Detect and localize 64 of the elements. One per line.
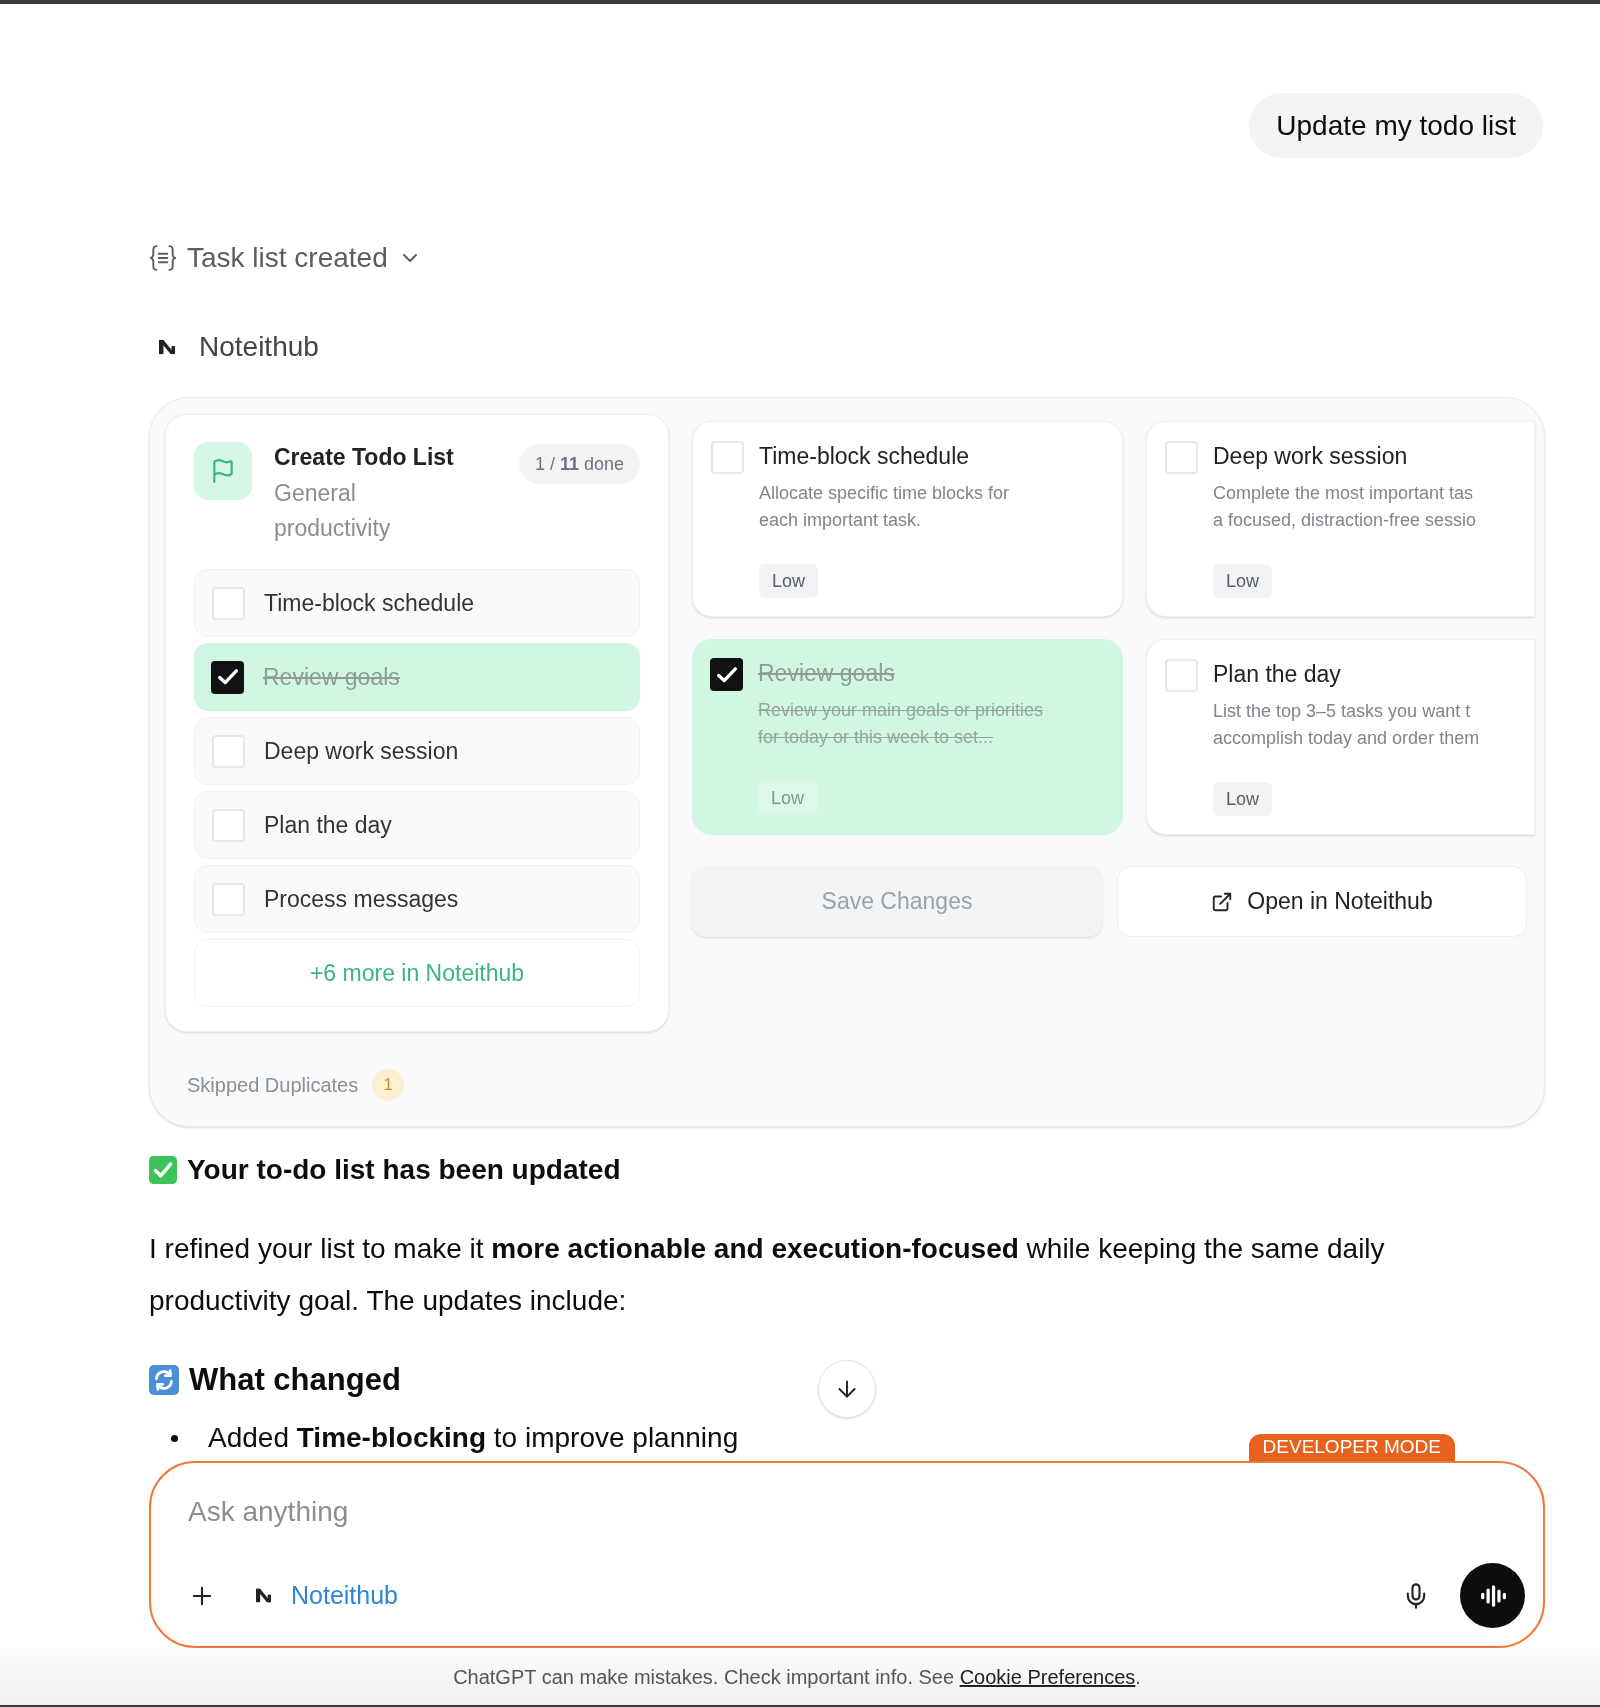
- open-app-button[interactable]: Open in Noteithub: [1117, 866, 1527, 937]
- checkmark-icon: [217, 669, 238, 685]
- cookie-preferences-link[interactable]: Cookie Preferences: [959, 1665, 1136, 1688]
- checkbox[interactable]: [212, 734, 245, 768]
- list-title: Create Todo List: [274, 443, 455, 472]
- tool-status-toggle[interactable]: Task list created: [149, 238, 422, 278]
- task-description: Review your main goals or priorities: [758, 699, 1044, 722]
- message-input[interactable]: Ask anything: [188, 1489, 1088, 1535]
- priority-tag: Low: [758, 781, 818, 815]
- checkbox[interactable]: [211, 660, 244, 694]
- todo-row[interactable]: Plan the day: [194, 791, 640, 859]
- todo-label: Time-block schedule: [264, 588, 475, 618]
- sound-wave-icon: [1479, 1584, 1506, 1607]
- priority-tag: Low: [1213, 564, 1273, 598]
- checkbox[interactable]: [1165, 441, 1198, 474]
- checkbox[interactable]: [212, 808, 245, 842]
- task-description: a focused, distraction-free sessio: [1213, 509, 1477, 532]
- todo-row[interactable]: Time-block schedule: [194, 569, 640, 637]
- task-description: Allocate specific time blocks for: [759, 482, 1010, 505]
- app-chip[interactable]: Noteithub: [256, 1576, 399, 1615]
- checkbox[interactable]: [711, 441, 744, 474]
- priority-tag: Low: [1213, 782, 1273, 816]
- task-title: Plan the day: [1213, 660, 1342, 689]
- checkbox[interactable]: [710, 658, 743, 691]
- task-title: Time-block schedule: [759, 442, 971, 471]
- skipped-duplicates-label: Skipped Duplicates: [187, 1073, 359, 1098]
- task-description: Complete the most important tas: [1213, 482, 1475, 505]
- braces-list-icon: [149, 245, 177, 271]
- todo-row[interactable]: Deep work session: [194, 717, 640, 785]
- checkbox[interactable]: [212, 882, 245, 916]
- todo-label: Review goals: [263, 662, 400, 692]
- checkbox[interactable]: [212, 586, 245, 620]
- task-description: for today or this week to set...: [758, 726, 995, 749]
- list-subtitle: General productivity: [274, 479, 392, 543]
- progress-badge: 1 / 11 done: [518, 444, 640, 484]
- user-message: Update my todo list: [1249, 93, 1543, 158]
- checkbox[interactable]: [1165, 659, 1198, 692]
- bullet-text: Added Time-blocking to improve planning: [208, 1421, 739, 1455]
- developer-mode-badge: DEVELOPER MODE: [1248, 1434, 1455, 1461]
- todo-row[interactable]: Process messages: [194, 865, 640, 933]
- reply-paragraph: I refined your list to make it more actionable and execution-focused while keeping the same daily productivity goal. The updates include:: [149, 1232, 1386, 1318]
- app-logo-icon: [256, 1587, 271, 1604]
- reply-heading: Your to-do list has been updated: [187, 1153, 621, 1187]
- section-heading: What changed: [189, 1360, 401, 1399]
- todo-label: Process messages: [264, 884, 459, 914]
- disclaimer-text: ChatGPT can make mistakes. Check important info. See Cookie Preferences.: [453, 1664, 1141, 1690]
- refresh-icon: [149, 1365, 179, 1395]
- task-title: Review goals: [758, 659, 896, 688]
- scroll-down-button[interactable]: [818, 1360, 876, 1418]
- task-title: Deep work session: [1213, 442, 1409, 471]
- priority-tag: Low: [759, 564, 819, 598]
- todo-label: Plan the day: [264, 810, 392, 840]
- flag-icon: [194, 442, 252, 500]
- app-name: Noteithub: [199, 330, 319, 364]
- app-logo-icon: [159, 338, 175, 356]
- task-description: each important task.: [759, 509, 923, 532]
- count-badge: 1: [372, 1069, 405, 1101]
- bullet-icon: [171, 1434, 178, 1442]
- checkmark-icon: [716, 666, 737, 683]
- todo-label: Deep work session: [264, 736, 459, 766]
- task-description: List the top 3–5 tasks you want t: [1213, 700, 1472, 723]
- task-description: accomplish today and order them: [1213, 727, 1480, 750]
- check-box-icon: [149, 1156, 177, 1184]
- external-link-icon: [1211, 890, 1234, 913]
